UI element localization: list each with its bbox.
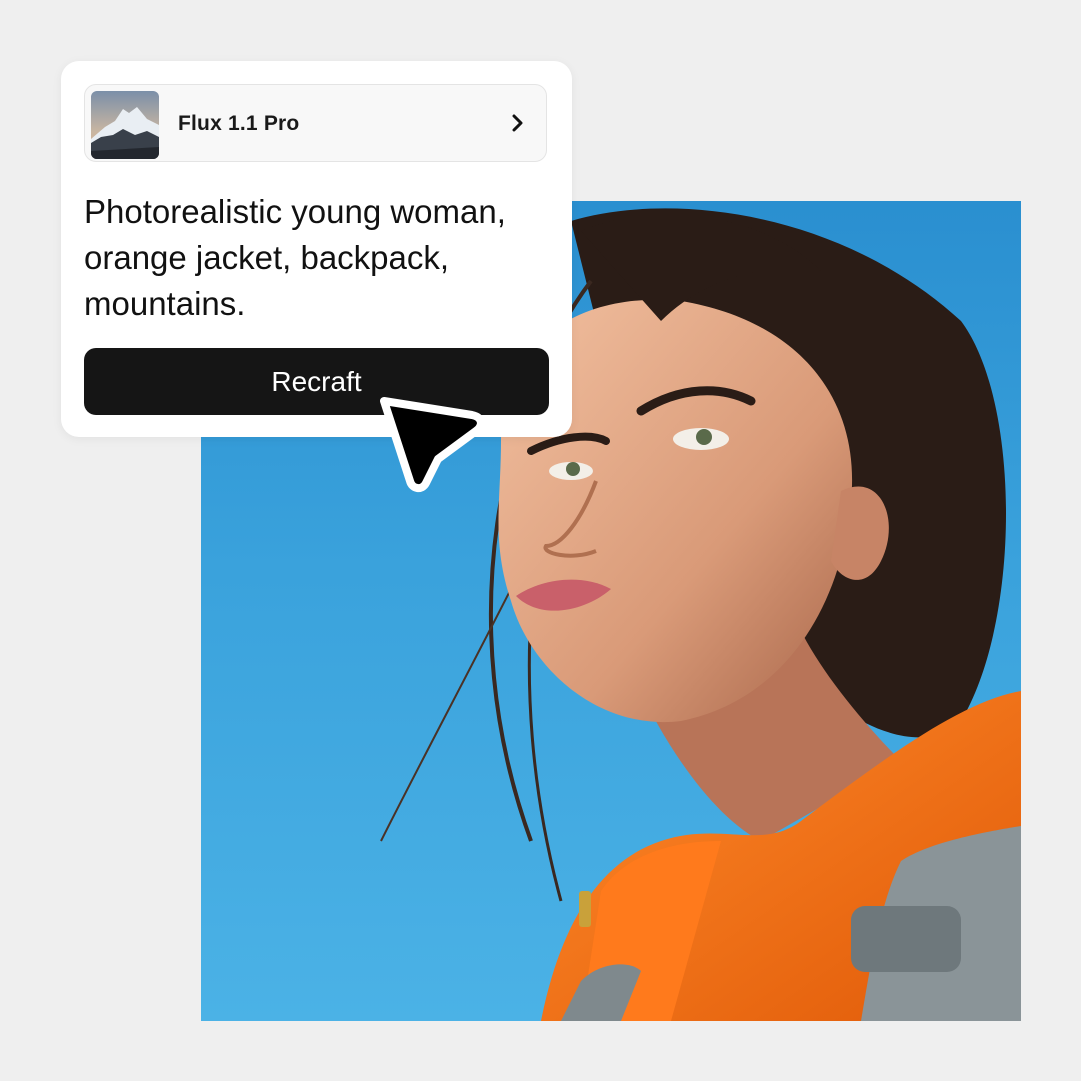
prompt-text: Photorealistic young woman, orange jacke…: [84, 189, 554, 327]
recraft-button[interactable]: Recraft: [84, 348, 549, 415]
model-name: Flux 1.1 Pro: [178, 112, 300, 135]
chevron-right-icon: [508, 112, 528, 134]
mountain-thumbnail: [91, 91, 159, 159]
prompt-line: mountains.: [84, 285, 246, 322]
canvas: Flux 1.1 Pro Photorealistic young woman,…: [0, 0, 1081, 1081]
model-selector[interactable]: Flux 1.1 Pro: [84, 84, 547, 162]
prompt-line: orange jacket, backpack,: [84, 239, 450, 276]
prompt-card: Flux 1.1 Pro Photorealistic young woman,…: [61, 61, 572, 437]
prompt-line: Photorealistic young woman,: [84, 193, 506, 230]
